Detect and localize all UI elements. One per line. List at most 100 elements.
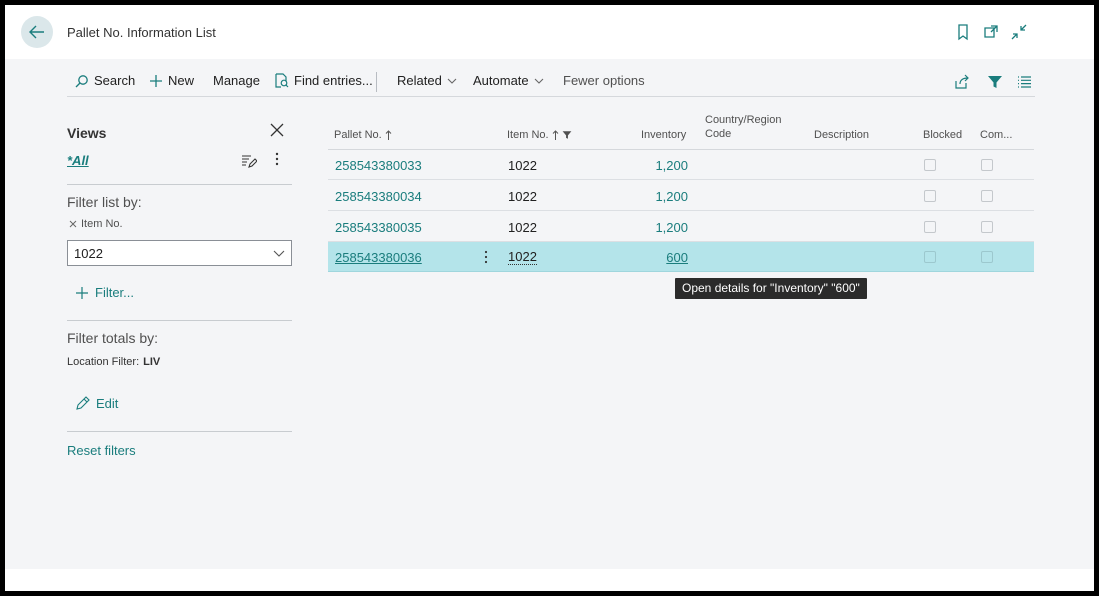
share-icon[interactable] bbox=[954, 74, 970, 90]
inventory-cell[interactable]: 1,200 bbox=[628, 189, 688, 204]
inventory-header-label: Inventory bbox=[641, 129, 687, 141]
location-filter-label: Location Filter: bbox=[67, 356, 140, 368]
manage-label: Manage bbox=[213, 73, 260, 88]
pallet-no-cell[interactable]: 258543380035 bbox=[335, 220, 422, 235]
collapse-icon[interactable] bbox=[1010, 23, 1028, 41]
inventory-cell[interactable]: 1,200 bbox=[628, 220, 688, 235]
pallet-no-cell[interactable]: 258543380034 bbox=[335, 189, 422, 204]
pallet-no-header-label: Pallet No. bbox=[334, 129, 382, 141]
blocked-checkbox[interactable] bbox=[924, 221, 936, 233]
table-row[interactable]: 258543380035 1022 1,200 bbox=[328, 212, 1034, 242]
item-no-filter-input[interactable]: 1022 bbox=[67, 240, 292, 266]
new-label: New bbox=[168, 73, 195, 88]
related-action[interactable]: Related bbox=[397, 73, 457, 88]
comment-checkbox[interactable] bbox=[981, 251, 993, 263]
divider bbox=[67, 184, 292, 185]
footer bbox=[5, 569, 1094, 591]
pencil-icon bbox=[76, 396, 90, 410]
chevron-down-icon bbox=[273, 250, 285, 257]
filter-icon[interactable] bbox=[987, 74, 1003, 90]
action-separator bbox=[376, 72, 377, 92]
add-filter-button[interactable]: Filter... bbox=[75, 285, 134, 300]
page-title: Pallet No. Information List bbox=[67, 25, 216, 40]
blocked-checkbox[interactable] bbox=[924, 190, 936, 202]
search-action[interactable]: Search bbox=[75, 73, 135, 88]
blocked-checkbox[interactable] bbox=[924, 159, 936, 171]
list-icon[interactable] bbox=[1017, 75, 1032, 89]
search-label: Search bbox=[94, 73, 136, 88]
filter-field-label: Item No. bbox=[69, 218, 123, 230]
content-area: Search New Manage Find entries... Relate… bbox=[5, 59, 1094, 569]
plus-icon bbox=[150, 74, 162, 87]
remove-filter-icon[interactable] bbox=[69, 220, 77, 228]
description-header-label: Description bbox=[814, 129, 870, 141]
plus-icon bbox=[76, 286, 88, 299]
manage-action[interactable]: Manage bbox=[213, 73, 260, 88]
column-header-comment[interactable]: Com... bbox=[980, 128, 1012, 142]
inventory-cell[interactable]: 600 bbox=[628, 250, 688, 265]
add-filter-label: Filter... bbox=[95, 285, 135, 300]
item-no-cell: 1022 bbox=[508, 220, 537, 235]
related-label: Related bbox=[397, 73, 442, 88]
view-all-link[interactable]: *All bbox=[67, 153, 89, 168]
edit-label: Edit bbox=[96, 396, 119, 411]
item-no-cell: 1022 bbox=[508, 249, 537, 265]
table-row[interactable]: 258543380033 1022 1,200 bbox=[328, 150, 1034, 180]
location-filter: Location Filter: LIV bbox=[67, 356, 160, 368]
search-icon bbox=[75, 74, 88, 87]
column-header-blocked[interactable]: Blocked bbox=[923, 128, 962, 142]
automate-action[interactable]: Automate bbox=[473, 73, 544, 88]
table-row[interactable]: 258543380034 1022 1,200 bbox=[328, 181, 1034, 211]
fewer-options-action[interactable]: Fewer options bbox=[563, 73, 645, 88]
comment-checkbox[interactable] bbox=[981, 159, 993, 171]
views-title: Views bbox=[67, 125, 107, 141]
reset-filters-label: Reset filters bbox=[67, 443, 136, 458]
row-actions-icon[interactable] bbox=[483, 250, 489, 264]
comment-checkbox[interactable] bbox=[981, 221, 993, 233]
inventory-cell[interactable]: 1,200 bbox=[628, 158, 688, 173]
column-header-country-region-code[interactable]: Country/Region Code bbox=[705, 113, 781, 141]
filter-list-by-label: Filter list by: bbox=[67, 194, 142, 210]
blocked-checkbox[interactable] bbox=[924, 251, 936, 263]
reset-filters-link[interactable]: Reset filters bbox=[67, 443, 136, 458]
item-no-cell: 1022 bbox=[508, 189, 537, 204]
column-header-pallet-no[interactable]: Pallet No. bbox=[334, 128, 392, 142]
open-new-window-icon[interactable] bbox=[982, 23, 1000, 41]
filter-totals-by-label: Filter totals by: bbox=[67, 330, 159, 346]
sort-ascending-icon bbox=[385, 130, 392, 140]
arrow-left-icon bbox=[29, 25, 44, 39]
comment-checkbox[interactable] bbox=[981, 190, 993, 202]
pallet-no-cell[interactable]: 258543380033 bbox=[335, 158, 422, 173]
column-header-item-no[interactable]: Item No. bbox=[507, 128, 572, 142]
filter-icon bbox=[562, 131, 571, 139]
new-action[interactable]: New bbox=[149, 73, 194, 88]
blocked-header-label: Blocked bbox=[923, 129, 963, 141]
filter-value: 1022 bbox=[74, 246, 103, 261]
item-no-header-label: Item No. bbox=[507, 129, 549, 141]
edit-totals-button[interactable]: Edit bbox=[75, 396, 118, 411]
action-bar: Search New Manage Find entries... Relate… bbox=[67, 67, 1035, 97]
back-button[interactable] bbox=[21, 16, 53, 48]
close-icon[interactable] bbox=[269, 122, 285, 138]
location-filter-value: LIV bbox=[143, 356, 161, 368]
sort-ascending-icon bbox=[552, 130, 558, 140]
fewer-options-label: Fewer options bbox=[563, 73, 645, 88]
country-header-line2: Code bbox=[705, 128, 732, 140]
table-row-selected[interactable]: 258543380036 1022 600 bbox=[328, 242, 1034, 272]
find-entries-action[interactable]: Find entries... bbox=[274, 73, 373, 88]
bookmark-icon[interactable] bbox=[954, 23, 972, 41]
more-options-icon[interactable] bbox=[274, 151, 280, 167]
automate-label: Automate bbox=[473, 73, 529, 88]
tooltip: Open details for "Inventory" "600" bbox=[675, 278, 867, 299]
find-entries-label: Find entries... bbox=[294, 73, 373, 88]
app-window: Pallet No. Information List Search New M… bbox=[5, 5, 1094, 591]
chevron-down-icon bbox=[447, 78, 457, 84]
find-entries-icon bbox=[275, 73, 289, 88]
item-no-cell: 1022 bbox=[508, 158, 537, 173]
divider bbox=[67, 431, 292, 432]
column-header-description[interactable]: Description bbox=[814, 128, 869, 142]
pallet-no-cell[interactable]: 258543380036 bbox=[335, 250, 422, 265]
column-header-inventory[interactable]: Inventory bbox=[641, 128, 686, 142]
edit-view-icon[interactable] bbox=[241, 153, 257, 169]
comment-header-label: Com... bbox=[980, 129, 1013, 141]
